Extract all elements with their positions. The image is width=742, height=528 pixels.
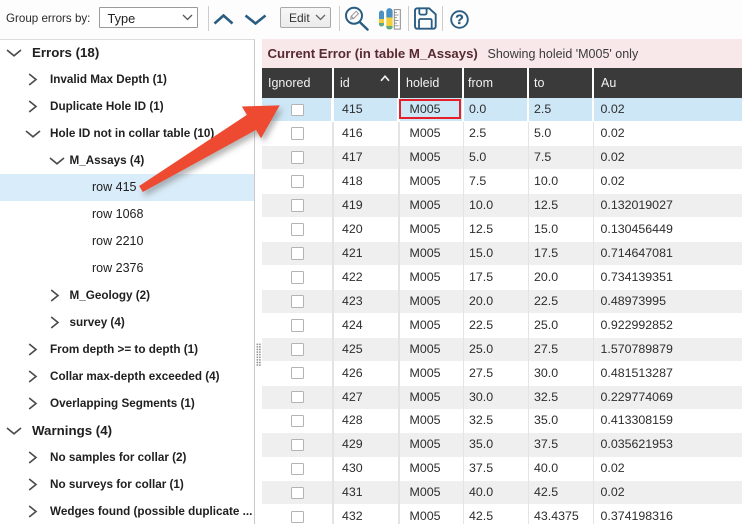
svg-text:?: ?	[455, 11, 464, 27]
